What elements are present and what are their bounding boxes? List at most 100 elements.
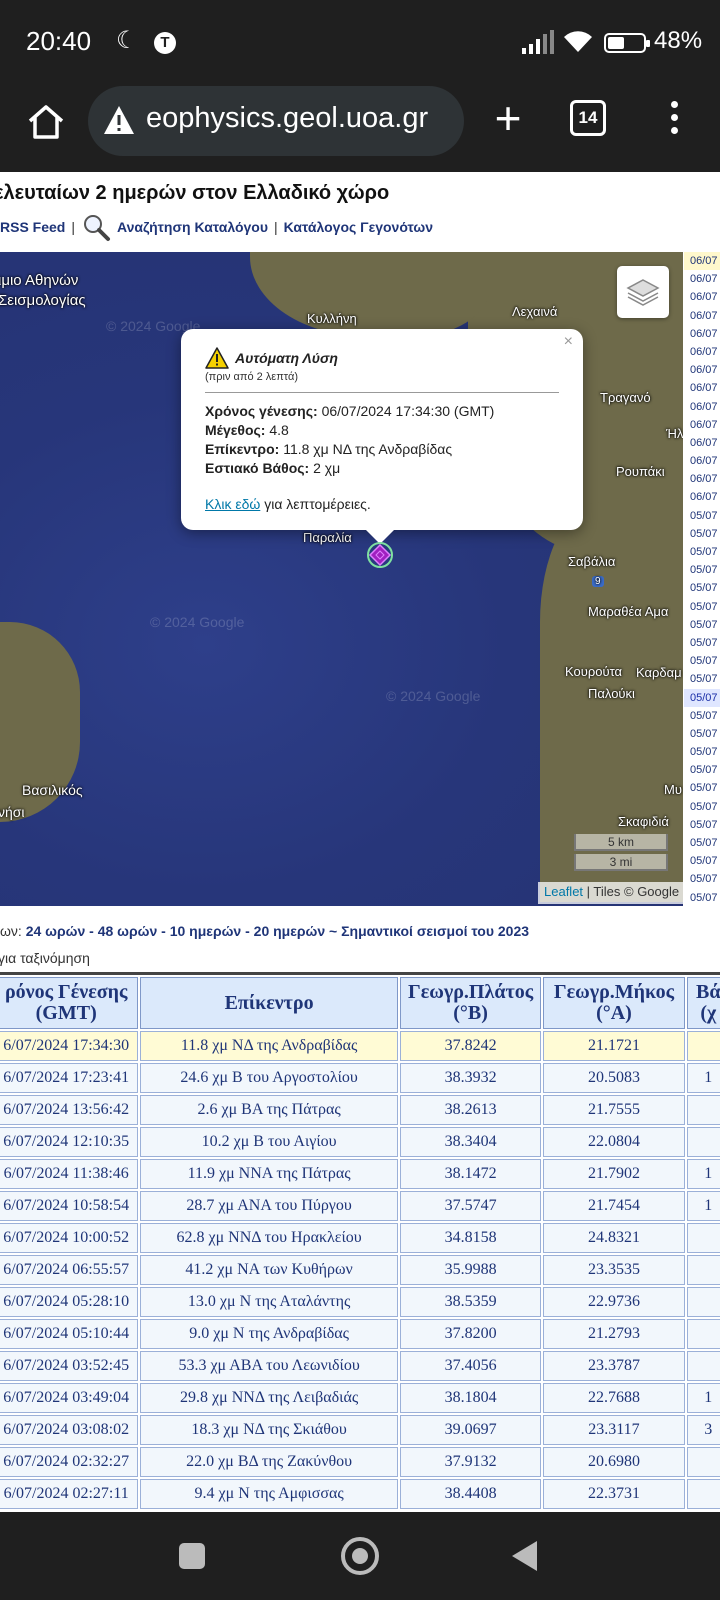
- table-row[interactable]: 6/07/2024 11:38:46 11.9 χμ ΝΝΑ της Πάτρας…: [0, 1159, 720, 1189]
- table-row[interactable]: 6/07/2024 10:58:54 28.7 χμ ΑΝΑ του Πύργου…: [0, 1191, 720, 1221]
- side-date-item[interactable]: 06/07: [684, 252, 720, 271]
- home-icon[interactable]: [24, 100, 68, 144]
- side-date-item[interactable]: 05/07: [684, 670, 720, 688]
- table-row[interactable]: 6/07/2024 05:28:10 13.0 χμ Ν της Αταλάντη…: [0, 1287, 720, 1317]
- table-row[interactable]: 6/07/2024 17:34:30 11.8 χμ ΝΔ της Ανδραβί…: [0, 1031, 720, 1061]
- side-date-item[interactable]: 05/07: [684, 743, 720, 761]
- side-date-item[interactable]: 06/07: [684, 398, 720, 416]
- cell-depth: [686, 1319, 720, 1349]
- col-header-longitude[interactable]: Γεωγρ.Μήκος (°Α): [543, 977, 685, 1029]
- cell-longitude: 20.5083: [543, 1063, 685, 1093]
- side-date-item[interactable]: 05/07: [684, 779, 720, 797]
- leaflet-link[interactable]: Leaflet: [544, 884, 583, 899]
- table-row[interactable]: 6/07/2024 17:23:41 24.6 χμ Β του Αργοστολ…: [0, 1063, 720, 1093]
- map-attribution: Leaflet | Tiles © Google: [538, 882, 683, 904]
- side-date-item[interactable]: 06/07: [684, 416, 720, 434]
- cell-time: 6/07/2024 17:23:41: [0, 1063, 139, 1093]
- side-date-item[interactable]: 05/07: [684, 634, 720, 652]
- catalog-search-link[interactable]: Αναζήτηση Καταλόγου: [117, 219, 268, 235]
- table-row[interactable]: 6/07/2024 05:10:44 9.0 χμ Ν της Ανδραβίδα…: [0, 1319, 720, 1349]
- side-date-item[interactable]: 06/07: [684, 343, 720, 361]
- cell-time: 6/07/2024 02:27:11: [0, 1479, 139, 1509]
- side-date-item[interactable]: 06/07: [684, 270, 720, 288]
- side-date-item[interactable]: 06/07: [684, 434, 720, 452]
- cell-epicenter: 28.7 χμ ΑΝΑ του Πύργου: [140, 1191, 398, 1221]
- rss-feed-link[interactable]: RSS Feed: [0, 219, 65, 235]
- cell-epicenter: 24.6 χμ Β του Αργοστολίου: [140, 1063, 398, 1093]
- url-text[interactable]: eophysics.geol.uoa.gr: [146, 102, 428, 135]
- table-row[interactable]: 6/07/2024 03:52:45 53.3 χμ ΑΒΑ του Λεωνιδ…: [0, 1351, 720, 1381]
- period-links-text[interactable]: 24 ωρών - 48 ωρών - 10 ημερών - 20 ημερώ…: [26, 923, 529, 939]
- side-date-item[interactable]: 05/07: [684, 561, 720, 579]
- side-date-item[interactable]: 05/07: [684, 652, 720, 670]
- side-date-item[interactable]: 06/07: [684, 307, 720, 325]
- back-button[interactable]: [512, 1541, 537, 1571]
- table-row[interactable]: 6/07/2024 03:08:02 18.3 χμ ΝΔ της Σκιάθου…: [0, 1415, 720, 1445]
- side-date-item[interactable]: 05/07: [684, 761, 720, 779]
- cell-latitude: 37.9132: [399, 1447, 542, 1477]
- browser-menu-button[interactable]: [664, 98, 684, 142]
- side-date-item[interactable]: 05/07: [684, 870, 720, 888]
- side-date-item[interactable]: 05/07: [684, 543, 720, 561]
- new-tab-button[interactable]: +: [478, 90, 538, 150]
- col-header-epicenter[interactable]: Επίκεντρο: [140, 977, 398, 1029]
- cell-latitude: 38.1472: [399, 1159, 542, 1189]
- table-row[interactable]: 6/07/2024 13:56:42 2.6 χμ ΒΑ της Πάτρας 38…: [0, 1095, 720, 1125]
- home-button[interactable]: [341, 1537, 379, 1575]
- col-header-depth[interactable]: Βά (χ: [686, 977, 720, 1029]
- table-row[interactable]: 6/07/2024 06:55:57 41.2 χμ ΝΑ των Κυθήρων…: [0, 1255, 720, 1285]
- tiles-credit: | Tiles © Google: [586, 884, 680, 899]
- side-date-item[interactable]: 05/07: [684, 816, 720, 834]
- cell-depth: [686, 1255, 720, 1285]
- table-row[interactable]: 6/07/2024 12:10:35 10.2 χμ Β του Αιγίου 38…: [0, 1127, 720, 1157]
- earthquake-map[interactable]: ιμιο Αθηνών Σεισμολογίας Κυλλήνη Λεχαινά…: [0, 252, 683, 906]
- side-date-item[interactable]: 05/07: [684, 579, 720, 597]
- side-date-item[interactable]: 06/07: [684, 361, 720, 379]
- table-row[interactable]: 6/07/2024 03:49:04 29.8 χμ ΝΝΔ της Λειβαδ…: [0, 1383, 720, 1413]
- events-catalog-link[interactable]: Κατάλογος Γεγονότων: [284, 219, 433, 235]
- table-row[interactable]: 6/07/2024 10:00:52 62.8 χμ ΝΝΔ του Ηρακλε…: [0, 1223, 720, 1253]
- side-date-item[interactable]: 05/07: [684, 507, 720, 525]
- magnifier-icon[interactable]: [81, 212, 111, 242]
- table-row[interactable]: 6/07/2024 02:32:27 22.0 χμ ΒΔ της Ζακύνθο…: [0, 1447, 720, 1477]
- map-label-nisi: νήσι: [0, 804, 25, 820]
- side-date-item[interactable]: 06/07: [684, 452, 720, 470]
- side-date-item[interactable]: 06/07: [684, 379, 720, 397]
- status-bar: 20:40 ☾ T 48%: [0, 0, 720, 86]
- side-date-item[interactable]: 06/07: [684, 325, 720, 343]
- cell-longitude: 22.9736: [543, 1287, 685, 1317]
- popup-close-button[interactable]: ×: [564, 333, 573, 351]
- popup-details-link[interactable]: Κλικ εδώ: [205, 496, 260, 512]
- side-date-item[interactable]: 05/07: [684, 616, 720, 634]
- tab-switcher-button[interactable]: 14: [570, 100, 606, 136]
- table-row[interactable]: 6/07/2024 02:27:11 9.4 χμ Ν της Αμφισσας 3…: [0, 1479, 720, 1509]
- cell-longitude: 23.3535: [543, 1255, 685, 1285]
- layers-icon: [626, 279, 660, 306]
- address-bar[interactable]: eophysics.geol.uoa.gr: [88, 86, 464, 156]
- cell-depth: 1: [686, 1063, 720, 1093]
- cell-longitude: 21.7902: [543, 1159, 685, 1189]
- side-date-item[interactable]: 05/07: [684, 688, 720, 707]
- do-not-disturb-icon: ☾: [116, 27, 138, 54]
- side-date-item[interactable]: 05/07: [684, 525, 720, 543]
- side-date-item[interactable]: 06/07: [684, 288, 720, 306]
- side-date-item[interactable]: 06/07: [684, 470, 720, 488]
- sort-note: για ταξινόμηση: [0, 950, 90, 966]
- col-header-latitude[interactable]: Γεωγρ.Πλάτος (°Β): [399, 977, 542, 1029]
- not-secure-warning-icon[interactable]: [102, 104, 136, 136]
- side-date-item[interactable]: 05/07: [684, 852, 720, 870]
- side-date-item[interactable]: 05/07: [684, 725, 720, 743]
- side-date-item[interactable]: 05/07: [684, 707, 720, 725]
- side-date-item[interactable]: 05/07: [684, 834, 720, 852]
- col-header-time[interactable]: ρόνος Γένεσης (GMT): [0, 977, 139, 1029]
- side-date-item[interactable]: 05/07: [684, 798, 720, 816]
- recents-button[interactable]: [179, 1543, 205, 1569]
- earthquake-marker-icon[interactable]: [367, 542, 393, 568]
- layers-control-button[interactable]: [617, 266, 669, 318]
- cell-longitude: 21.7454: [543, 1191, 685, 1221]
- side-date-item[interactable]: 06/07: [684, 488, 720, 506]
- side-date-item[interactable]: 05/07: [684, 889, 720, 906]
- cell-latitude: 39.0697: [399, 1415, 542, 1445]
- side-date-item[interactable]: 05/07: [684, 598, 720, 616]
- cell-time: 6/07/2024 05:10:44: [0, 1319, 139, 1349]
